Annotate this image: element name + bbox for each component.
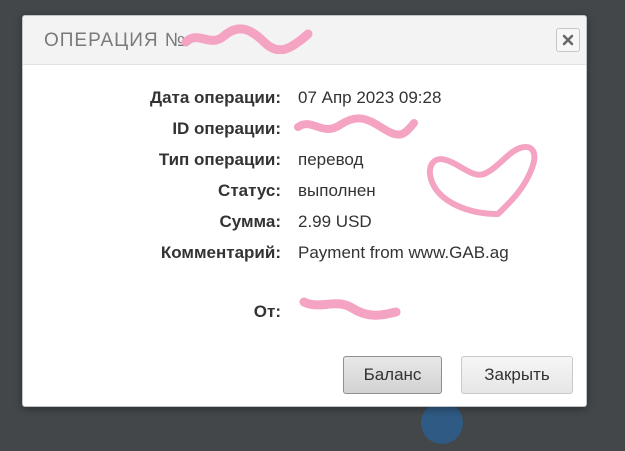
detail-label: Статус: <box>218 181 281 200</box>
close-icon <box>562 34 574 46</box>
detail-value: перевод <box>298 150 364 169</box>
detail-value: Payment from www.GAB.ag <box>298 243 509 262</box>
detail-row-id: ID операции: <box>23 114 586 145</box>
operation-details: Дата операции: 07 Апр 2023 09:28 ID опер… <box>23 83 586 269</box>
detail-label: Тип операции: <box>158 150 281 169</box>
detail-label: Комментарий: <box>160 243 281 262</box>
detail-label: Сумма: <box>219 212 281 231</box>
detail-row-status: Статус: выполнен <box>23 176 586 207</box>
detail-value: 07 Апр 2023 09:28 <box>298 88 442 107</box>
detail-label: Дата операции: <box>149 88 281 107</box>
detail-row-comment: Комментарий: Payment from www.GAB.ag <box>23 238 586 269</box>
background-action-button <box>421 402 463 444</box>
detail-row-date: Дата операции: 07 Апр 2023 09:28 <box>23 83 586 114</box>
detail-value: 2.99 USD <box>298 212 372 231</box>
detail-label: ID операции: <box>172 119 281 138</box>
detail-label: От: <box>253 302 281 321</box>
close-button[interactable] <box>556 28 580 52</box>
detail-row-amount: Сумма: 2.99 USD <box>23 207 586 238</box>
dialog-header: ОПЕРАЦИЯ № <box>23 16 586 65</box>
detail-value: выполнен <box>298 181 376 200</box>
dialog-title: ОПЕРАЦИЯ № <box>44 30 187 51</box>
close-dialog-button[interactable]: Закрыть <box>461 356 573 394</box>
detail-row-from: От: <box>23 302 586 333</box>
detail-row-type: Тип операции: перевод <box>23 145 586 176</box>
balance-button[interactable]: Баланс <box>343 356 442 394</box>
operation-dialog: ОПЕРАЦИЯ № Дата операции: 07 Апр 2023 09… <box>22 15 587 407</box>
